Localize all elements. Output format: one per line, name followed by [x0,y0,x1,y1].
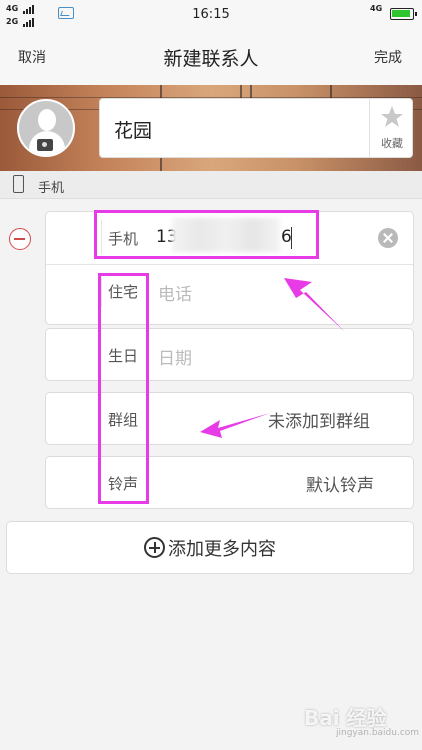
arrow-to-mobile [284,278,345,332]
annotation-arrows [200,278,345,438]
watermark-url: jingyan.baidu.com [336,728,420,738]
arrow-to-labels [200,413,270,438]
watermark-logo: Bai 经验 [304,706,387,730]
